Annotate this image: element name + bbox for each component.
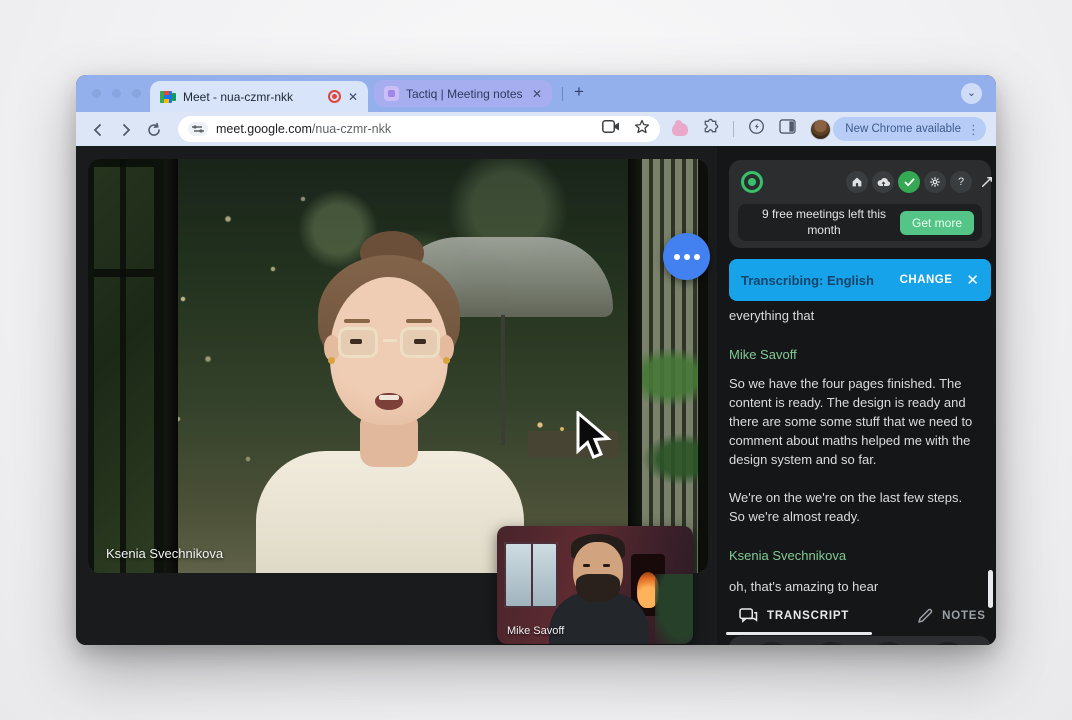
back-button[interactable] [84, 120, 112, 137]
side-panel-icon[interactable] [779, 119, 796, 139]
tab-close-icon[interactable]: ✕ [532, 88, 542, 100]
new-tab-button[interactable]: + [574, 82, 584, 102]
screenshot-button[interactable] [869, 642, 909, 646]
document-button[interactable] [811, 642, 851, 646]
pip-name-label: Mike Savoff [507, 625, 564, 637]
settings-gear-icon[interactable] [924, 171, 946, 193]
transcript-paragraph: oh, that's amazing to hear [729, 577, 979, 596]
tactiq-logo-icon [741, 171, 763, 193]
free-meetings-banner: 9 free meetings left this month Get more [738, 204, 982, 241]
chrome-update-chip[interactable]: New Chrome available ⋮ [833, 117, 986, 141]
transcript-speaker: Ksenia Svechnikova [729, 546, 979, 565]
help-icon[interactable]: ? [950, 171, 972, 193]
slat-wall-plants [642, 159, 708, 573]
browser-toolbar: meet.google.com/nua-czmr-nkk New Chrome … [76, 112, 996, 146]
mouse-cursor [574, 411, 616, 468]
chat-bubbles-icon [739, 608, 758, 624]
camera-permission-icon[interactable] [602, 120, 620, 138]
transcribing-banner: Transcribing: English CHANGE ✕ [729, 259, 991, 301]
meet-favicon-icon [160, 90, 176, 104]
recording-indicator-icon [328, 90, 341, 103]
transcript-paragraph: We're on the we're on the last few steps… [729, 488, 979, 526]
tab-title: Meet - nua-czmr-nkk [183, 90, 321, 104]
reload-button[interactable] [140, 120, 168, 137]
participant-video-pip[interactable]: Mike Savoff [497, 526, 693, 644]
tab-title: Tactiq | Meeting notes powe [406, 87, 525, 101]
forward-button[interactable] [112, 120, 140, 137]
tactiq-sidebar: ? 9 free meetings left this month Get mo… [717, 146, 996, 645]
door-frame-right [628, 159, 642, 573]
extensions-area [672, 112, 831, 146]
tab-notes[interactable]: NOTES [917, 608, 986, 624]
tab-tactiq[interactable]: Tactiq | Meeting notes powe ✕ [374, 80, 552, 107]
extensions-puzzle-icon[interactable] [702, 118, 719, 140]
meet-page: Ksenia Svechnikova Mike Savoff nua-czmr-… [76, 146, 996, 645]
participant-name-label: Ksenia Svechnikova [106, 546, 223, 561]
pencil-icon [917, 608, 933, 624]
more-menu-icon[interactable]: ⋮ [967, 123, 980, 136]
get-more-button[interactable]: Get more [900, 211, 974, 235]
window-minimize-button[interactable] [112, 89, 121, 98]
pip-window [504, 542, 558, 608]
transcript-speaker: Mike Savoff [729, 345, 979, 364]
window-zoom-button[interactable] [132, 89, 141, 98]
toolbar-divider [733, 121, 734, 137]
transcribing-status: Transcribing: English [741, 273, 900, 288]
tactiq-tab-bar: TRANSCRIPT NOTES [717, 599, 996, 633]
tab-close-icon[interactable]: ✕ [348, 91, 358, 103]
pip-plant [655, 574, 693, 644]
bookmark-star-icon[interactable] [634, 119, 650, 140]
transcript-paragraph: So we have the four pages finished. The … [729, 374, 979, 469]
home-icon[interactable] [846, 171, 868, 193]
tab-separator [562, 87, 563, 101]
tab-meet[interactable]: Meet - nua-czmr-nkk ✕ [150, 81, 368, 112]
window-close-button[interactable] [92, 89, 101, 98]
address-bar[interactable]: meet.google.com/nua-czmr-nkk [178, 116, 660, 142]
profile-avatar[interactable] [810, 119, 831, 140]
extension-shield-icon[interactable] [748, 118, 765, 140]
door-frame [164, 159, 178, 573]
extension-icon[interactable] [672, 123, 688, 136]
glass-door-left [88, 159, 164, 573]
site-info-icon[interactable] [188, 122, 208, 136]
pause-button[interactable] [928, 642, 968, 646]
tactiq-header-card: ? 9 free meetings left this month Get mo… [729, 160, 991, 248]
participant-video-main[interactable]: Ksenia Svechnikova [88, 159, 708, 573]
detach-panel-icon[interactable] [976, 171, 996, 193]
active-tab-underline [726, 632, 872, 635]
tab-transcript[interactable]: TRANSCRIPT [739, 608, 849, 624]
desktop: { "browser": { "tabs": [ { "title": "Mee… [0, 0, 1072, 720]
quota-text: 9 free meetings left this month [738, 207, 900, 238]
transcript-list[interactable]: everything that Mike Savoff So we have t… [729, 301, 979, 596]
transcript-partial: everything that [729, 306, 979, 325]
tab-strip: Meet - nua-czmr-nkk ✕ Tactiq | Meeting n… [76, 75, 996, 112]
browser-window: Meet - nua-czmr-nkk ✕ Tactiq | Meeting n… [76, 75, 996, 645]
change-language-button[interactable]: CHANGE [900, 274, 953, 286]
tab-search-chevron-icon[interactable]: ⌄ [961, 83, 982, 104]
share-button[interactable] [752, 642, 792, 646]
privacy-check-icon[interactable] [898, 171, 920, 193]
url-text: meet.google.com/nua-czmr-nkk [216, 122, 391, 136]
cloud-upload-icon[interactable] [872, 171, 894, 193]
chat-bubble-button[interactable] [663, 233, 710, 280]
tactiq-favicon-icon [384, 86, 399, 101]
update-chip-label: New Chrome available [845, 123, 961, 135]
banner-close-icon[interactable]: ✕ [966, 271, 979, 289]
tactiq-actions-bar [729, 636, 991, 645]
